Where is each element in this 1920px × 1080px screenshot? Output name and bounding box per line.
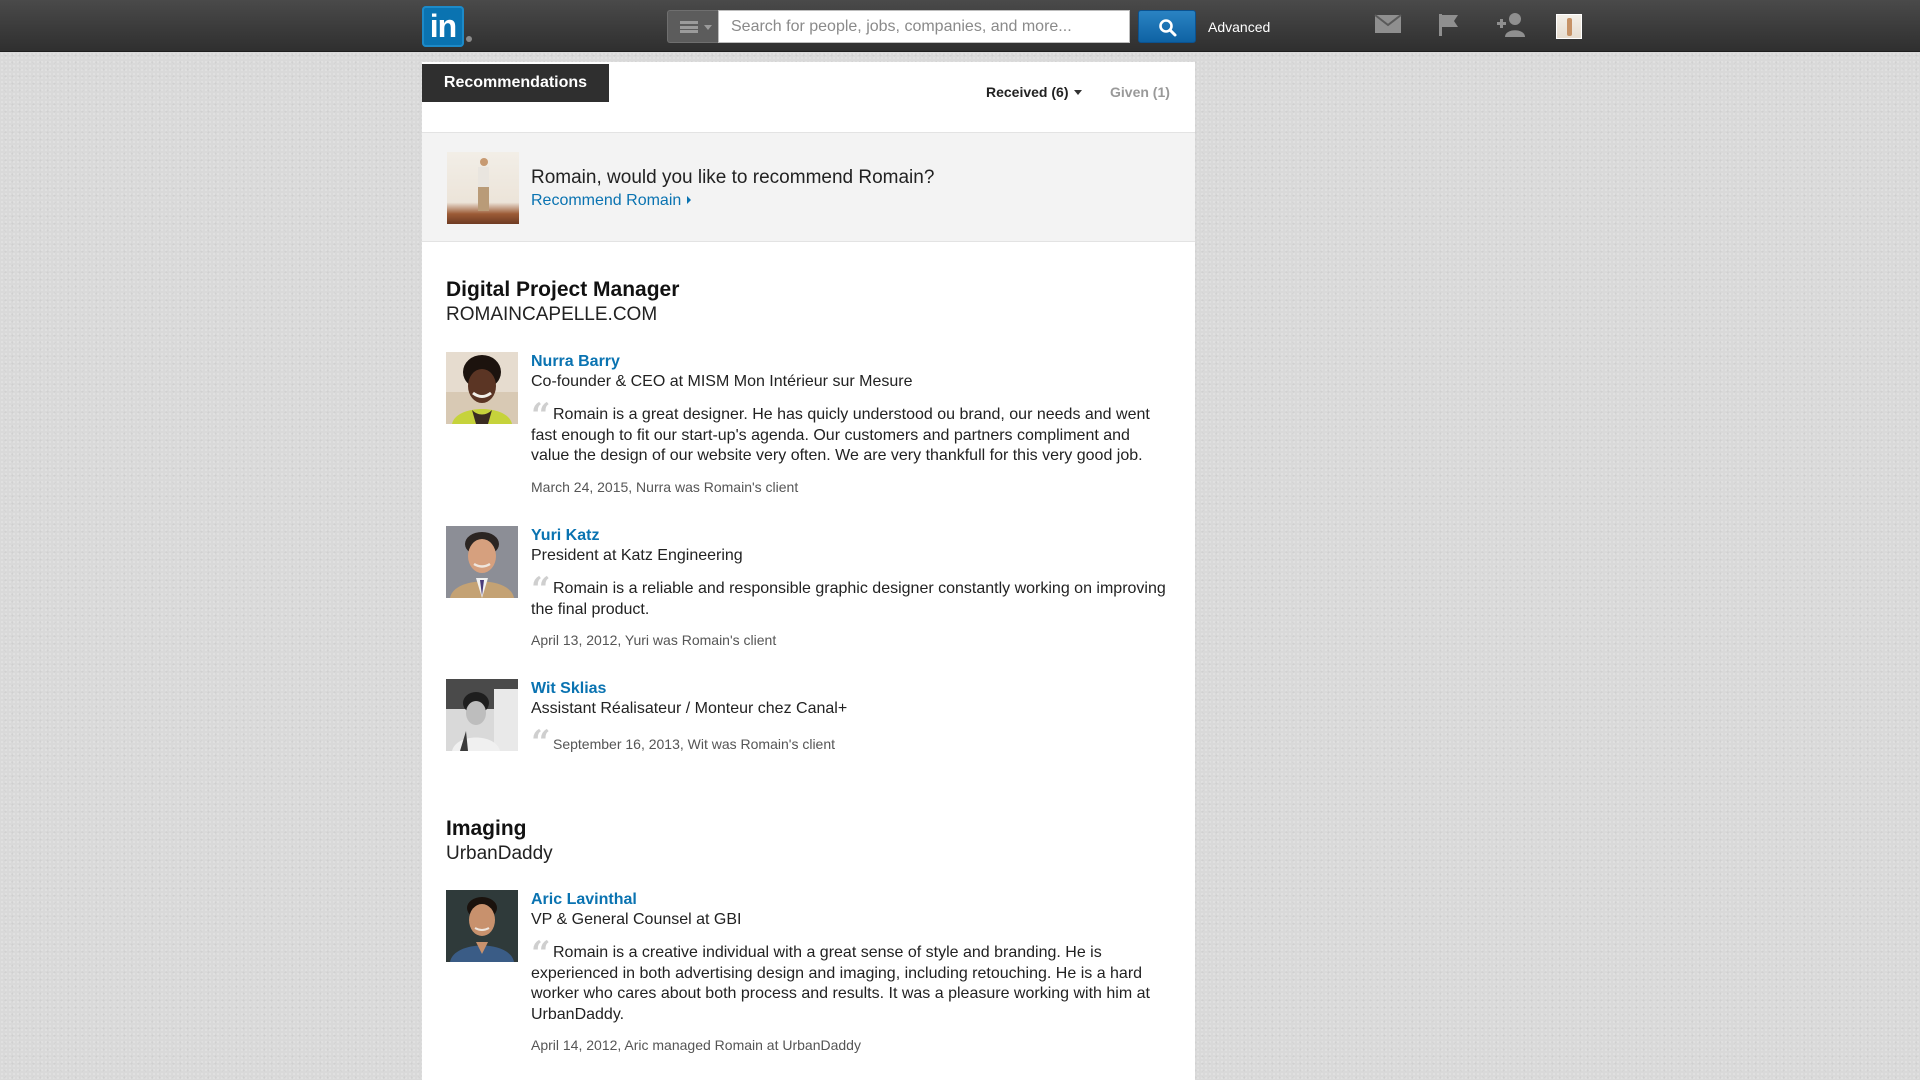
recommender-avatar[interactable] [446, 679, 518, 751]
logo-registered-mark [466, 36, 472, 42]
recommender-headline: Co-founder & CEO at MISM Mon Intérieur s… [531, 373, 913, 390]
search-category-menu[interactable] [667, 10, 718, 43]
position-company: UrbanDaddy [446, 843, 553, 864]
received-filter-label: Received (6) [986, 84, 1069, 100]
recommender-avatar[interactable] [446, 352, 518, 424]
profile-photo [447, 152, 519, 224]
recommendation-text: “September 16, 2013, Wit was Romain's cl… [531, 723, 1171, 763]
linkedin-logo[interactable]: in [422, 6, 464, 47]
recommend-question: Romain, would you like to recommend Roma… [531, 167, 935, 188]
tab-recommendations[interactable]: Recommendations [422, 64, 609, 102]
recommendation-text: “Romain is a great designer. He has quic… [531, 396, 1171, 467]
recommendation-text-body: Romain is a reliable and responsible gra… [531, 580, 1166, 618]
search-icon [1159, 19, 1177, 37]
caret-right-icon [687, 196, 692, 204]
received-filter[interactable]: Received (6) [986, 84, 1083, 100]
recommend-link-label: Recommend Romain [531, 192, 682, 209]
recommender-headline: VP & General Counsel at GBI [531, 911, 742, 928]
top-navigation-bar: in Advanced [0, 0, 1920, 52]
flag-icon[interactable] [1436, 12, 1462, 38]
recommender-name-link[interactable]: Yuri Katz [531, 526, 1171, 545]
recommendation-meta: April 13, 2012, Yuri was Romain's client [531, 632, 777, 648]
chevron-down-icon [1074, 90, 1083, 95]
given-filter[interactable]: Given (1) [1110, 84, 1170, 100]
recommender-avatar[interactable] [446, 890, 518, 962]
quote-icon: “ [531, 934, 551, 974]
menu-icon [680, 21, 698, 33]
recommendation-text-body: Romain is a creative individual with a g… [531, 944, 1150, 1023]
recommendation-text: “Romain is a creative individual with a … [531, 934, 1171, 1025]
recommendation-meta: March 24, 2015, Nurra was Romain's clien… [531, 478, 799, 495]
recommender-name-link[interactable]: Wit Sklias [531, 679, 1171, 698]
quote-icon: “ [531, 723, 551, 763]
search-button[interactable] [1138, 10, 1196, 43]
recommender-headline: Assistant Réalisateur / Monteur chez Can… [531, 700, 848, 717]
search-input[interactable] [718, 10, 1130, 43]
quote-icon: “ [531, 570, 551, 610]
recommender-name-link[interactable]: Aric Lavinthal [531, 890, 1171, 909]
mail-icon[interactable] [1374, 14, 1402, 34]
position-title: Digital Project Manager [446, 278, 680, 301]
recommender-avatar[interactable] [446, 526, 518, 598]
recommender-headline: President at Katz Engineering [531, 547, 743, 564]
quote-icon: “ [531, 396, 551, 436]
recommendations-card: Recommendations Received (6) Given (1) R… [422, 62, 1195, 1080]
add-connection-icon[interactable] [1496, 12, 1526, 38]
position-title: Imaging [446, 817, 527, 840]
recommend-link[interactable]: Recommend Romain [531, 192, 692, 210]
position-company: ROMAINCAPELLE.COM [446, 304, 658, 325]
recommendation-text: “Romain is a reliable and responsible gr… [531, 570, 1171, 620]
recommendation-meta: April 14, 2012, Aric managed Romain at U… [531, 1037, 861, 1053]
recommender-name-link[interactable]: Nurra Barry [531, 352, 1171, 371]
advanced-search-link[interactable]: Advanced [1208, 19, 1270, 35]
recommendation-text-body: Romain is a great designer. He has quicl… [531, 406, 1150, 464]
recommend-prompt: Romain, would you like to recommend Roma… [422, 132, 1195, 242]
profile-avatar[interactable] [1556, 14, 1582, 39]
recommendation-meta: September 16, 2013, Wit was Romain's cli… [553, 736, 836, 752]
chevron-down-icon [704, 25, 712, 30]
